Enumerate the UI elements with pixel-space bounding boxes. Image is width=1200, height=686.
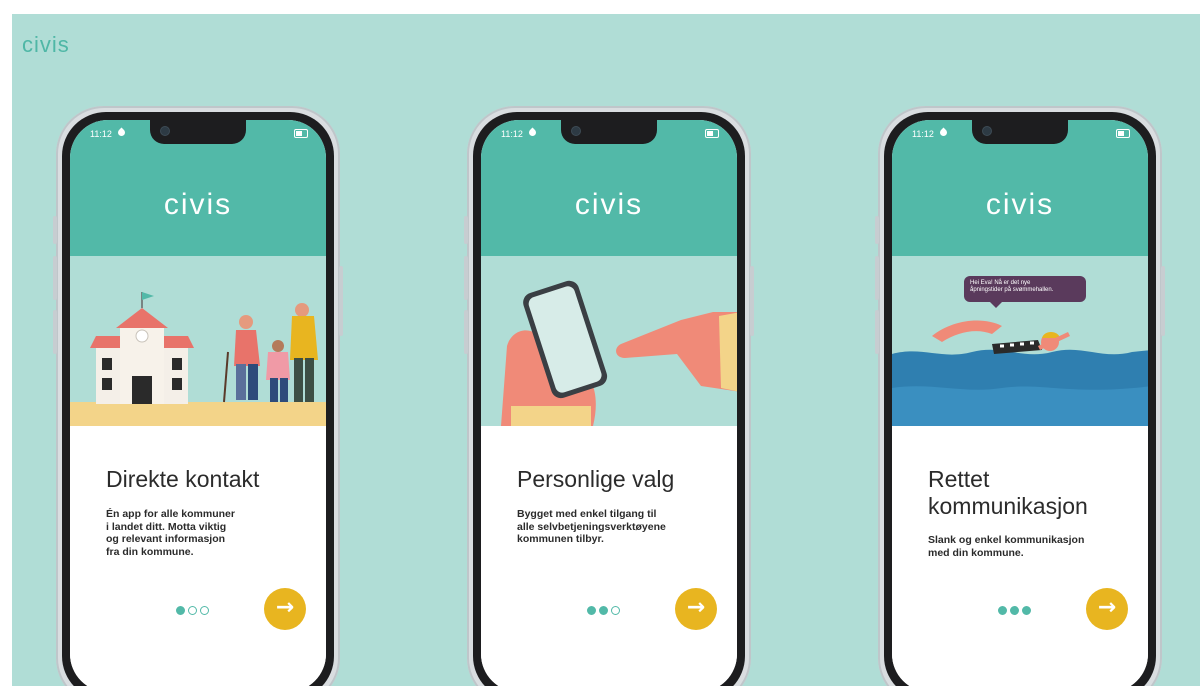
- page-dot-active[interactable]: [599, 606, 608, 615]
- location-icon: [938, 127, 949, 138]
- status-time: 11:12: [912, 129, 934, 139]
- title-line: Rettet: [928, 466, 990, 492]
- notification-bubble: Hei Eva! Nå er det nye åpningstider på s…: [964, 276, 1086, 308]
- phone-screen-1: civis 11:12 Direkte kontakt Én app for a…: [70, 120, 326, 686]
- onboarding-title: Personlige valg: [517, 466, 675, 492]
- phone-screen-2: civis 11:12 Personlige valg Bygget med e…: [481, 120, 737, 686]
- page-indicator: [587, 600, 623, 615]
- onboarding-content: Personlige valg Bygget med enkel tilgang…: [481, 426, 737, 686]
- phone-notch: [561, 120, 657, 144]
- description-line: og relevant informasjon: [106, 533, 226, 545]
- phone-notch: [972, 120, 1068, 144]
- battery-icon: [294, 129, 308, 138]
- location-icon: [116, 127, 127, 138]
- location-icon: [527, 127, 538, 138]
- page-indicator: [176, 600, 212, 615]
- battery-icon: [1116, 129, 1130, 138]
- next-button[interactable]: →: [1086, 588, 1128, 630]
- phone-mockup-3: civis 11:12 Hei Eva! Nå er det nye åpnin…: [875, 106, 1165, 686]
- description-line: kommunen tilbyr.: [517, 533, 604, 545]
- page-dot-active[interactable]: [587, 606, 596, 615]
- description-line: Én app for alle kommuner: [106, 508, 235, 520]
- next-button[interactable]: →: [675, 588, 717, 630]
- bubble-line: Hei Eva! Nå er det nye: [970, 280, 1031, 286]
- phone-mockup-2: civis 11:12 Personlige valg Bygget med e…: [464, 106, 754, 686]
- phone-notch: [150, 120, 246, 144]
- showcase-canvas: civis civis 11:12 Direkte kontakt Én app…: [12, 14, 1200, 686]
- page-dot[interactable]: [200, 606, 209, 615]
- onboarding-title: Direkte kontakt: [106, 466, 260, 492]
- phone-hand-illustration: [481, 256, 737, 426]
- onboarding-content: Direkte kontakt Én app for alle kommuner…: [70, 426, 326, 686]
- app-logo: civis: [574, 188, 644, 221]
- app-logo: civis: [985, 188, 1055, 221]
- page-indicator: [998, 600, 1034, 615]
- onboarding-description: Slank og enkel kommunikasjon med din kom…: [928, 534, 1108, 559]
- description-line: Slank og enkel kommunikasjon: [928, 534, 1085, 546]
- page-dot-active[interactable]: [1010, 606, 1019, 615]
- status-time: 11:12: [501, 129, 523, 139]
- phone-screen-3: civis 11:12 Hei Eva! Nå er det nye åpnin…: [892, 120, 1148, 686]
- page-dot[interactable]: [188, 606, 197, 615]
- page-dot-active[interactable]: [176, 606, 185, 615]
- swimmer-illustration: Hei Eva! Nå er det nye åpningstider på s…: [892, 256, 1148, 426]
- page-dot[interactable]: [611, 606, 620, 615]
- battery-icon: [705, 129, 719, 138]
- onboarding-content: Rettet kommunikasjon Slank og enkel komm…: [892, 426, 1148, 686]
- title-line: kommunikasjon: [928, 493, 1088, 519]
- description-line: i landet ditt. Motta viktig: [106, 520, 227, 533]
- arrow-right-icon: →: [1097, 595, 1117, 620]
- phone-mockup-1: civis 11:12 Direkte kontakt Én app for a…: [53, 106, 343, 686]
- brand-logo: civis: [22, 32, 70, 57]
- bubble-line: åpningstider på svømmehallen.: [970, 287, 1054, 293]
- community-illustration: [70, 256, 326, 426]
- next-button[interactable]: →: [264, 588, 306, 630]
- description-line: alle selvbetjeningsverktøyene: [517, 520, 666, 533]
- onboarding-title: Rettet kommunikasjon: [928, 466, 1128, 520]
- description-line: fra din kommune.: [106, 545, 194, 558]
- description-line: Bygget med enkel tilgang til: [517, 508, 657, 520]
- onboarding-description: Én app for alle kommuner i landet ditt. …: [106, 508, 286, 558]
- onboarding-description: Bygget med enkel tilgang til alle selvbe…: [517, 508, 697, 546]
- app-logo: civis: [163, 188, 233, 221]
- description-line: med din kommune.: [928, 546, 1024, 559]
- page-dot-active[interactable]: [998, 606, 1007, 615]
- status-time: 11:12: [90, 129, 112, 139]
- arrow-right-icon: →: [275, 595, 295, 620]
- page-dot-active[interactable]: [1022, 606, 1031, 615]
- arrow-right-icon: →: [686, 595, 706, 620]
